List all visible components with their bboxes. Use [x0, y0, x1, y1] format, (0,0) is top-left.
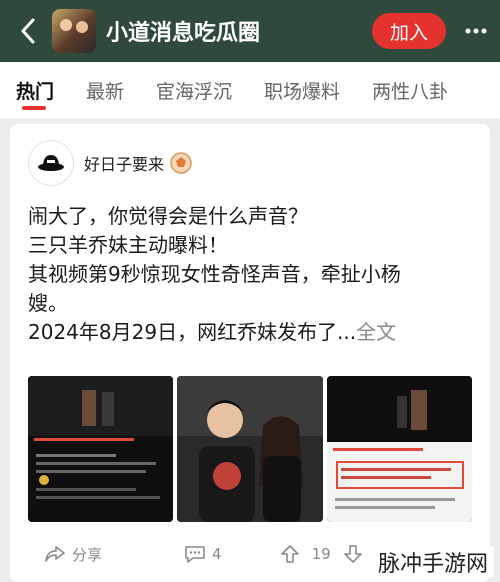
group-avatar[interactable] [52, 9, 96, 53]
post-line-text: 2024年8月29日，网红乔妹发布了... [28, 320, 357, 344]
screenshot-thumbnail [28, 376, 174, 522]
chevron-left-icon [21, 18, 35, 44]
arrow-up-icon [280, 545, 299, 563]
category-tabs: 热门 最新 宦海浮沉 职场爆料 两性八卦 [0, 62, 500, 118]
post-line: 其视频第9秒惊现女性奇怪声音，牵扯小杨 [28, 262, 401, 286]
arrow-down-icon [343, 545, 362, 563]
comment-icon [185, 546, 205, 563]
author-name[interactable]: 好日子要来 [84, 151, 164, 175]
comment-button[interactable]: 4 [184, 544, 222, 564]
post-author[interactable]: 好日子要来 [28, 140, 192, 186]
more-dots-icon [465, 28, 487, 34]
level-badge-icon [170, 152, 192, 174]
post-images [28, 376, 472, 522]
share-button[interactable]: 分享 [44, 544, 102, 565]
downvote-button[interactable] [343, 544, 363, 564]
group-title: 小道消息吃瓜圈 [106, 21, 261, 46]
tab-workplace[interactable]: 职场爆料 [248, 62, 356, 118]
tab-latest[interactable]: 最新 [70, 62, 140, 118]
more-options-button[interactable] [458, 0, 494, 62]
post-line: 2024年8月29日，网红乔妹发布了...全文 [28, 318, 478, 347]
site-watermark: 脉冲手游网 [371, 546, 494, 578]
tab-hot[interactable]: 热门 [0, 62, 70, 118]
group-header: 小道消息吃瓜圈 加入 [0, 0, 500, 62]
tab-officialdom[interactable]: 宦海浮沉 [140, 62, 248, 118]
join-button[interactable]: 加入 [372, 13, 446, 49]
share-icon [45, 546, 65, 562]
post-image-2[interactable] [177, 376, 323, 522]
photo-thumbnail [177, 376, 323, 522]
post-image-1[interactable] [28, 376, 174, 522]
back-button[interactable] [8, 0, 48, 62]
author-avatar[interactable] [28, 140, 74, 186]
upvote-button[interactable] [280, 544, 300, 564]
hat-logo-icon [38, 155, 64, 171]
share-label: 分享 [72, 545, 103, 564]
post-card[interactable]: 好日子要来 闹大了，你觉得会是什么声音？ 三只羊乔妹主动曝料！ 其视频第9秒惊现… [10, 124, 490, 582]
post-line: 闹大了，你觉得会是什么声音？ [28, 204, 308, 228]
full-text-link[interactable]: 全文 [356, 320, 396, 344]
post-content[interactable]: 闹大了，你觉得会是什么声音？ 三只羊乔妹主动曝料！ 其视频第9秒惊现女性奇怪声音… [28, 202, 478, 347]
tab-gossip[interactable]: 两性八卦 [356, 62, 464, 118]
post-image-3[interactable] [326, 376, 472, 522]
vote-count: 19 [312, 545, 331, 563]
post-line: 三只羊乔妹主动曝料！ [28, 233, 228, 257]
post-line: 嫂。 [28, 291, 68, 315]
comment-count: 4 [212, 545, 222, 563]
vote-count-value: 19 [311, 545, 331, 563]
screenshot-thumbnail [326, 376, 472, 522]
watermark-text: 脉冲手游网 [377, 552, 488, 577]
